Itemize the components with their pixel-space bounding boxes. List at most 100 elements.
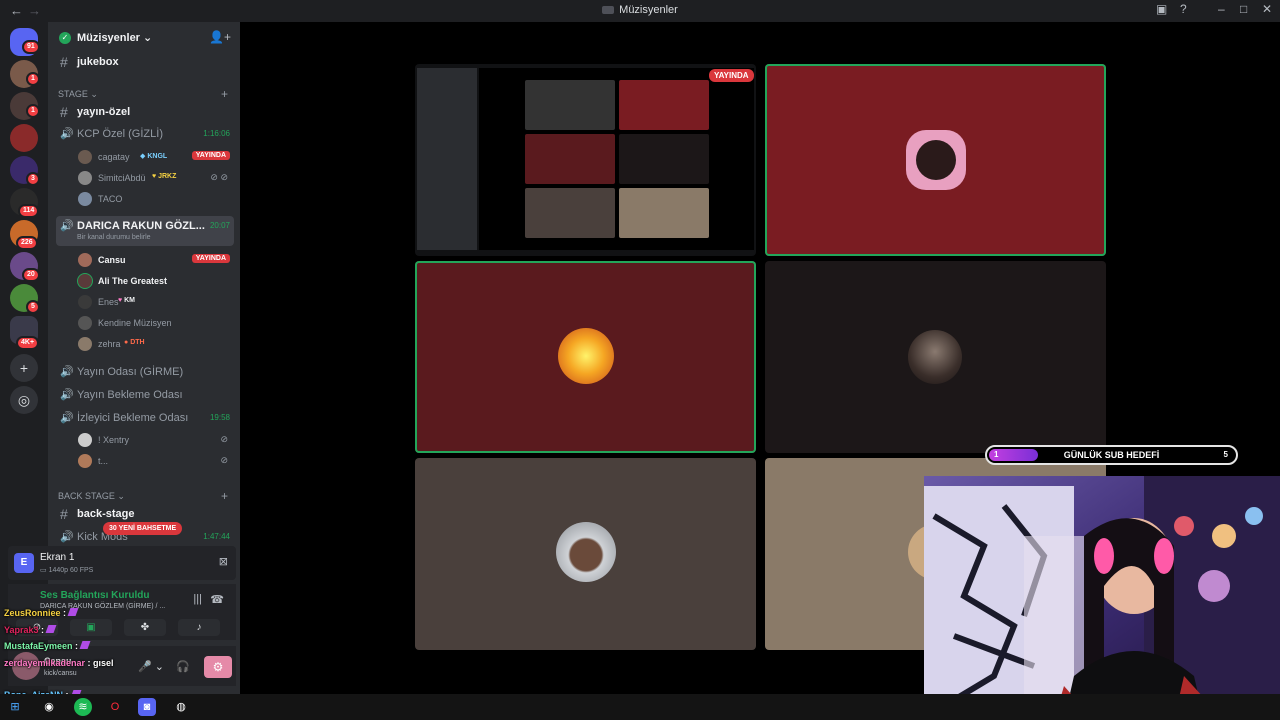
stream-preview-tile [525, 80, 615, 130]
inbox-icon[interactable]: ▣ [1156, 2, 1167, 16]
user-tag: ● DTH [124, 339, 145, 346]
live-badge: YAYINDA [191, 254, 230, 263]
create-channel-icon[interactable]: + [221, 489, 228, 503]
voice-channel-yayin-bekleme[interactable]: 🔊 Yayın Bekleme Odası [56, 385, 234, 405]
participant-tile[interactable] [765, 261, 1106, 453]
text-channel-icon: # [60, 506, 68, 522]
emote-icon [45, 625, 57, 633]
obs-icon[interactable]: ◍ [172, 698, 190, 716]
explore-icon[interactable]: ◎ [10, 386, 38, 414]
server-badge: 1 [26, 72, 40, 86]
server-name: Müzisyenler ⌄ [77, 32, 153, 44]
new-mentions-pill[interactable]: 30 YENİ BAHSETME [103, 522, 183, 535]
channel-yayin-ozel[interactable]: # yayın-özel [56, 102, 234, 122]
chat-message: zerdayemilkadenar : gısel [4, 658, 114, 668]
user-tag-text: KNGL [147, 153, 168, 160]
start-menu-icon[interactable]: ⊞ [6, 698, 24, 716]
speaker-icon: 🔊 [60, 220, 74, 232]
voice-status[interactable]: Ses Bağlantısı Kuruldu [40, 590, 149, 601]
voice-user[interactable]: Ali The Greatest [76, 272, 234, 290]
channel-timer: 1:16:06 [203, 129, 230, 138]
steam-icon[interactable]: ◉ [40, 698, 58, 716]
create-channel-icon[interactable]: + [221, 87, 228, 101]
stream-preview-tile [619, 134, 709, 184]
chat-text: gısel [93, 658, 114, 668]
user-name: Enes [98, 297, 119, 307]
category-back-stage[interactable]: BACK STAGE ⌄ + [58, 489, 228, 503]
voice-user[interactable]: Cansu YAYINDA [76, 251, 234, 269]
participant-tile[interactable] [765, 64, 1106, 256]
settings-gear-icon[interactable]: ⚙ [204, 656, 232, 678]
channel-label: KCP Özel (GİZLİ) [77, 128, 163, 140]
user-tag-text: JRKZ [158, 173, 177, 180]
verified-icon: ✓ [59, 32, 71, 44]
maximize-icon[interactable]: □ [1240, 2, 1247, 16]
opera-icon[interactable]: O [106, 698, 124, 716]
channel-timer: 1:47:44 [203, 532, 230, 541]
server-badge: 20 [22, 268, 40, 282]
emote-icon [67, 608, 79, 616]
screen-share-panel: E Ekran 1 ▭ 1440p 60 FPS ⊠ [8, 546, 236, 580]
title-bar: ← → Müzisyenler ▣ ? – □ ✕ [0, 0, 1280, 22]
soundboard-icon[interactable]: ♪ [178, 619, 220, 636]
participant-tile[interactable] [415, 458, 756, 650]
stream-tile-screen[interactable]: YAYINDA [415, 64, 756, 256]
user-name: Ali The Greatest [98, 276, 168, 286]
user-name: zehra [98, 339, 121, 349]
voice-user[interactable]: t... ⊘ [76, 452, 234, 470]
speaker-icon: 🔊 [60, 366, 74, 378]
spotify-icon[interactable]: ≋ [74, 698, 92, 716]
discord-icon[interactable]: ◙ [138, 698, 156, 716]
user-tag: ♥ KM [118, 297, 135, 304]
headphones-icon[interactable]: 🎧 [176, 660, 190, 673]
category-label: STAGE [58, 89, 88, 99]
signal-icon[interactable]: ||| [193, 593, 202, 605]
server-header[interactable]: ✓ Müzisyenler ⌄ 👤+ [48, 22, 240, 54]
voice-channel-yayin-odasi[interactable]: 🔊 Yayın Odası (GİRME) [56, 362, 234, 382]
category-stage[interactable]: STAGE ⌄ + [58, 87, 228, 101]
chat-user: MustafaEymeen [4, 641, 73, 651]
channel-label: jukebox [77, 56, 119, 68]
help-icon[interactable]: ? [1180, 2, 1187, 16]
voice-user[interactable]: Enes ♥ KM [76, 293, 234, 311]
user-name: SimitciAbdü [98, 173, 146, 183]
channel-jukebox[interactable]: # jukebox [56, 52, 234, 72]
voice-channel-darica[interactable]: 🔊 DARICA RAKUN GÖZL... 20:07 Bir kanal d… [56, 216, 234, 246]
channel-timer: 20:07 [209, 221, 230, 230]
voice-user[interactable]: ! Xentry ⊘ [76, 431, 234, 449]
app-window: ← → Müzisyenler ▣ ? – □ ✕ 91 1 1 3 114 2… [0, 0, 1280, 720]
channel-status[interactable]: Bir kanal durumu belirle [77, 234, 151, 241]
stop-stream-icon[interactable]: ⊠ [219, 555, 228, 568]
voice-user[interactable]: Kendine Müzisyen [76, 314, 234, 332]
avatar [78, 274, 92, 288]
participant-tile[interactable] [415, 261, 756, 453]
voice-user[interactable]: TACO [76, 190, 234, 208]
server-icon-3[interactable] [10, 124, 38, 152]
avatar [78, 454, 92, 468]
user-tag: ◆ KNGL [140, 153, 168, 160]
channel-back-stage[interactable]: # back-stage [56, 504, 234, 524]
share-screen-icon[interactable]: ▣ [70, 619, 112, 636]
invite-icon[interactable]: 👤+ [209, 30, 231, 44]
screen-quality-text: 1440p 60 FPS [48, 567, 94, 574]
microphone-icon[interactable]: 🎤 ⌄ [138, 660, 164, 673]
voice-channel-kcp[interactable]: 🔊 KCP Özel (GİZLİ) 1:16:06 [56, 124, 234, 144]
add-server-icon[interactable]: + [10, 354, 38, 382]
chat-user: ZeusRonniee [4, 608, 61, 618]
user-panel-status: kick/cansu [44, 670, 77, 677]
avatar [908, 330, 962, 384]
avatar [78, 253, 92, 267]
live-badge: YAYINDA [191, 151, 230, 160]
channel-label: Yayın Bekleme Odası [77, 389, 183, 401]
activities-icon[interactable]: ✤ [124, 619, 166, 636]
voice-user[interactable]: cagatay ◆ KNGL YAYINDA [76, 148, 234, 166]
deafened-icon: ⊘ [220, 455, 228, 465]
stream-preview-tile [619, 80, 709, 130]
user-tag: ♥ JRKZ [152, 173, 177, 180]
disconnect-icon[interactable]: ☎ [210, 593, 224, 606]
voice-user[interactable]: SimitciAbdü ♥ JRKZ ⊘ ⊘ [76, 169, 234, 187]
voice-channel-izleyici[interactable]: 🔊 İzleyici Bekleme Odası 19:58 [56, 408, 234, 428]
minimize-icon[interactable]: – [1218, 2, 1225, 16]
close-icon[interactable]: ✕ [1262, 2, 1272, 16]
voice-user[interactable]: zehra ● DTH [76, 335, 234, 353]
